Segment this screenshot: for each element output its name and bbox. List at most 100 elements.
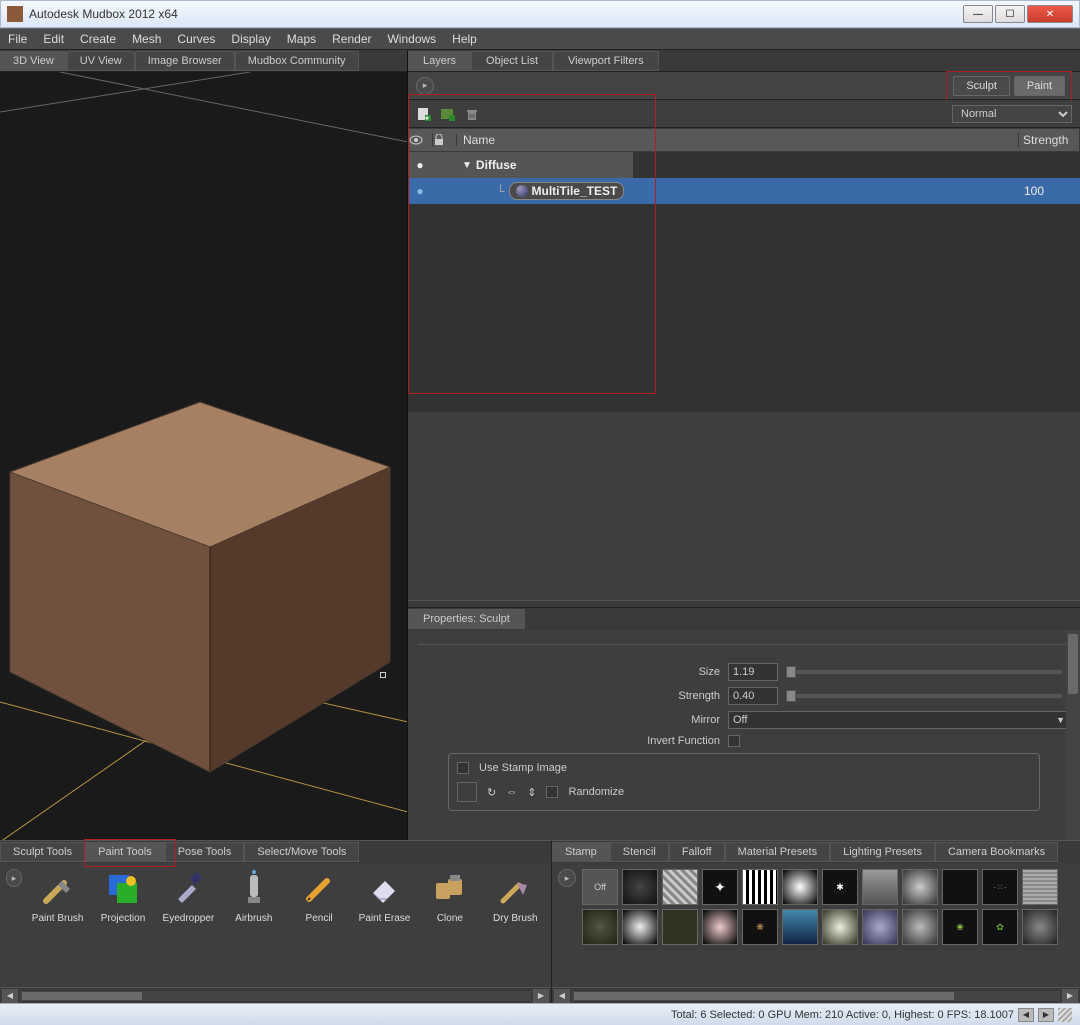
size-input[interactable] <box>728 663 778 681</box>
stamp-thumb[interactable]: ·⁙· <box>982 869 1018 905</box>
status-scroll-right-icon[interactable]: ▶ <box>1038 1008 1054 1022</box>
stamp-thumb[interactable]: ✦ <box>702 869 738 905</box>
stamp-preview[interactable] <box>457 782 477 802</box>
tab-stamp[interactable]: Stamp <box>552 842 610 862</box>
brush-dry-brush[interactable]: Dry Brush <box>486 869 545 924</box>
tab-material-presets[interactable]: Material Presets <box>725 842 830 862</box>
stamp-thumb[interactable] <box>1022 909 1058 945</box>
stamp-off[interactable]: Off <box>582 869 618 905</box>
stamp-thumb[interactable] <box>1022 869 1058 905</box>
window-maximize-button[interactable]: ☐ <box>995 5 1025 23</box>
menu-mesh[interactable]: Mesh <box>132 32 161 46</box>
menu-render[interactable]: Render <box>332 32 371 46</box>
strength-input[interactable] <box>728 687 778 705</box>
blend-mode-select[interactable]: Normal <box>952 105 1072 123</box>
resize-grip-icon[interactable] <box>1058 1008 1072 1022</box>
stamp-thumb[interactable] <box>862 869 898 905</box>
menu-edit[interactable]: Edit <box>43 32 64 46</box>
panel-splitter[interactable] <box>408 600 1080 608</box>
stamp-thumb[interactable] <box>822 909 858 945</box>
new-layer-icon[interactable] <box>416 106 432 122</box>
tab-camera-bookmarks[interactable]: Camera Bookmarks <box>935 842 1058 862</box>
window-title: Autodesk Mudbox 2012 x64 <box>29 7 963 21</box>
stamp-thumb[interactable] <box>622 869 658 905</box>
stamp-tray-collapse-icon[interactable]: ▸ <box>558 869 576 887</box>
layer-strength-value[interactable]: 100 <box>1020 184 1080 198</box>
collapse-toggle-icon[interactable]: ▸ <box>416 77 434 95</box>
tab-layers[interactable]: Layers <box>408 51 471 71</box>
rotate-icon[interactable]: ↻ <box>487 786 496 799</box>
tab-object-list[interactable]: Object List <box>471 51 553 71</box>
size-slider[interactable] <box>786 670 1062 674</box>
stamp-thumb[interactable] <box>662 869 698 905</box>
strength-column-header[interactable]: Strength <box>1019 133 1079 147</box>
stamp-thumb[interactable] <box>902 869 938 905</box>
stamp-thumb[interactable] <box>902 909 938 945</box>
mirror-select[interactable]: Off▼ <box>728 711 1070 729</box>
menu-file[interactable]: File <box>8 32 27 46</box>
brush-airbrush[interactable]: Airbrush <box>224 869 283 924</box>
tab-lighting-presets[interactable]: Lighting Presets <box>830 842 935 862</box>
stamp-scrollbar[interactable]: ◀▶ <box>552 987 1080 1003</box>
tab-falloff[interactable]: Falloff <box>669 842 725 862</box>
menu-curves[interactable]: Curves <box>177 32 215 46</box>
lock-column-icon[interactable] <box>433 134 457 146</box>
tab-properties-sculpt[interactable]: Properties: Sculpt <box>408 609 525 629</box>
stamp-thumb[interactable] <box>782 869 818 905</box>
status-scroll-left-icon[interactable]: ◀ <box>1018 1008 1034 1022</box>
brush-paint-erase[interactable]: Paint Erase <box>355 869 414 924</box>
stamp-thumb[interactable] <box>862 909 898 945</box>
tab-pose-tools[interactable]: Pose Tools <box>165 842 245 862</box>
stamp-thumb[interactable] <box>742 869 778 905</box>
stamp-thumb[interactable]: ❋ <box>742 909 778 945</box>
menu-create[interactable]: Create <box>80 32 116 46</box>
tab-image-browser[interactable]: Image Browser <box>135 51 235 71</box>
stamp-thumb[interactable]: ✱ <box>822 869 858 905</box>
menu-windows[interactable]: Windows <box>387 32 436 46</box>
stamp-thumb[interactable] <box>702 909 738 945</box>
tab-3d-view[interactable]: 3D View <box>0 51 67 71</box>
stamp-thumb[interactable] <box>942 869 978 905</box>
layer-group-diffuse[interactable]: ● ▼Diffuse <box>408 152 633 178</box>
stamp-thumb[interactable] <box>622 909 658 945</box>
menu-help[interactable]: Help <box>452 32 477 46</box>
mode-paint-button[interactable]: Paint <box>1014 76 1065 96</box>
stamp-thumb[interactable] <box>662 909 698 945</box>
strength-slider[interactable] <box>786 694 1062 698</box>
stamp-thumb[interactable] <box>582 909 618 945</box>
brush-tray-collapse-icon[interactable]: ▸ <box>6 869 22 887</box>
invert-checkbox[interactable] <box>728 735 740 747</box>
tab-stencil[interactable]: Stencil <box>610 842 669 862</box>
menu-display[interactable]: Display <box>231 32 270 46</box>
3d-viewport[interactable] <box>0 72 407 840</box>
brush-pencil[interactable]: Pencil <box>289 869 348 924</box>
brush-projection[interactable]: Projection <box>93 869 152 924</box>
layer-item-multitile[interactable]: ● └ MultiTile_TEST 100 <box>408 178 1080 204</box>
properties-scrollbar[interactable] <box>1066 630 1080 840</box>
stamp-thumb[interactable]: ❀ <box>942 909 978 945</box>
mode-sculpt-button[interactable]: Sculpt <box>953 76 1010 96</box>
visibility-column-icon[interactable] <box>409 133 433 147</box>
delete-layer-icon[interactable] <box>464 106 480 122</box>
tab-select-move-tools[interactable]: Select/Move Tools <box>244 842 359 862</box>
brush-clone[interactable]: Clone <box>420 869 479 924</box>
brush-eyedropper[interactable]: Eyedropper <box>159 869 218 924</box>
name-column-header[interactable]: Name <box>457 133 1019 147</box>
tab-paint-tools[interactable]: Paint Tools <box>85 842 165 862</box>
stamp-thumb[interactable]: ✿ <box>982 909 1018 945</box>
tab-viewport-filters[interactable]: Viewport Filters <box>553 51 659 71</box>
layer-options-icon[interactable] <box>440 106 456 122</box>
window-minimize-button[interactable]: — <box>963 5 993 23</box>
flip-v-icon[interactable]: ⇕ <box>527 786 536 799</box>
tab-uv-view[interactable]: UV View <box>67 51 135 71</box>
randomize-checkbox[interactable] <box>546 786 558 798</box>
stamp-thumb[interactable] <box>782 909 818 945</box>
menu-maps[interactable]: Maps <box>287 32 316 46</box>
tab-mudbox-community[interactable]: Mudbox Community <box>235 51 359 71</box>
brush-paint-brush[interactable]: Paint Brush <box>28 869 87 924</box>
flip-h-icon[interactable]: ⇔ <box>506 786 517 798</box>
use-stamp-checkbox[interactable] <box>457 762 469 774</box>
tab-sculpt-tools[interactable]: Sculpt Tools <box>0 842 85 862</box>
brush-scrollbar[interactable]: ◀▶ <box>0 987 551 1003</box>
window-close-button[interactable]: ✕ <box>1027 5 1073 23</box>
